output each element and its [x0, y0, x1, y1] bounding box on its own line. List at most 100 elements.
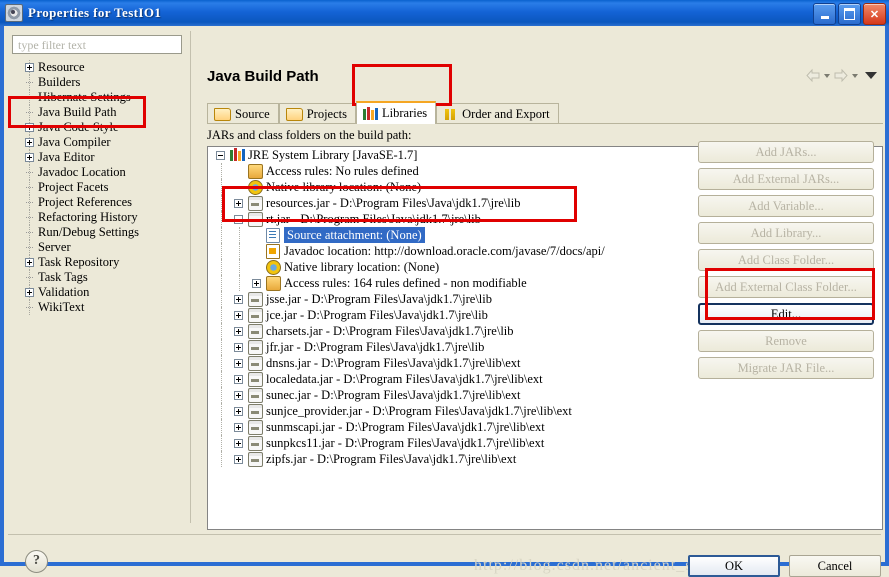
sidebar-item-label: Project References — [38, 195, 133, 209]
expand-plus-icon[interactable] — [25, 63, 34, 72]
tree-row[interactable]: sunmscapi.jar - D:\Program Files\Java\jd… — [208, 419, 882, 435]
tree-row[interactable]: sunpkcs11.jar - D:\Program Files\Java\jd… — [208, 435, 882, 451]
tab-projects[interactable]: Projects — [278, 103, 356, 124]
chevron-down-icon[interactable] — [865, 72, 877, 79]
sidebar-item-java-code-style[interactable]: Java Code Style — [8, 120, 188, 135]
sidebar-item-resource[interactable]: Resource — [8, 60, 188, 75]
add-external-class-folder-button: Add External Class Folder... — [698, 276, 874, 298]
remove-button: Remove — [698, 330, 874, 352]
tab-label: Projects — [306, 106, 347, 121]
expand-plus-icon[interactable] — [234, 359, 243, 368]
sidebar-item-label: Refactoring History — [38, 210, 138, 224]
collapse-minus-icon[interactable] — [216, 151, 225, 160]
expand-plus-icon[interactable] — [234, 423, 243, 432]
expand-plus-icon[interactable] — [252, 279, 261, 288]
tab-source[interactable]: Source — [207, 103, 279, 124]
minimize-button[interactable] — [813, 3, 836, 25]
expand-plus-icon[interactable] — [25, 258, 34, 267]
tree-row[interactable]: zipfs.jar - D:\Program Files\Java\jdk1.7… — [208, 451, 882, 467]
forward-arrow-icon[interactable] — [833, 68, 849, 83]
sidebar-item-label: Task Repository — [38, 255, 120, 269]
tree-guide — [221, 323, 222, 339]
tree-row-label: rt.jar - D:\Program Files\Java\jdk1.7\jr… — [266, 212, 481, 226]
tab-libraries[interactable]: Libraries — [356, 101, 437, 124]
tree-row[interactable]: sunjce_provider.jar - D:\Program Files\J… — [208, 403, 882, 419]
sidebar-item-builders[interactable]: Builders — [8, 75, 188, 90]
settings-tree[interactable]: Resource Builders Hibernate Settings Java B… — [8, 60, 188, 508]
ok-button[interactable]: OK — [688, 555, 780, 577]
sidebar-item-wikitext[interactable]: WikiText — [8, 300, 188, 315]
expand-plus-icon[interactable] — [234, 327, 243, 336]
expand-plus-icon[interactable] — [25, 153, 34, 162]
back-dropdown-icon[interactable] — [824, 73, 830, 78]
tab-bar[interactable]: Source Projects Libraries Order and Export — [207, 101, 807, 124]
tree-leaf-dash-icon — [26, 202, 33, 204]
edit-button[interactable]: Edit... — [698, 303, 874, 325]
sidebar-item-task-repository[interactable]: Task Repository — [8, 255, 188, 270]
close-button[interactable]: ✕ — [863, 3, 886, 25]
jar-icon — [248, 372, 263, 387]
help-button[interactable]: ? — [25, 550, 48, 573]
sidebar-item-project-facets[interactable]: Project Facets — [8, 180, 188, 195]
tree-leaf-dash-icon — [26, 97, 33, 99]
filter-input[interactable]: type filter text — [12, 35, 182, 54]
sidebar-item-java-build-path[interactable]: Java Build Path — [8, 105, 188, 120]
jar-icon — [248, 196, 263, 211]
maximize-button[interactable] — [838, 3, 861, 25]
projects-folder-icon — [285, 108, 303, 121]
minimize-icon — [820, 15, 829, 19]
cancel-button[interactable]: Cancel — [789, 555, 881, 577]
back-arrow-icon[interactable] — [805, 68, 821, 83]
sidebar-item-label: Validation — [38, 285, 90, 299]
sidebar-item-java-compiler[interactable]: Java Compiler — [8, 135, 188, 150]
native-library-icon — [266, 260, 281, 275]
tab-order-and-export[interactable]: Order and Export — [436, 103, 559, 124]
tree-row[interactable]: sunec.jar - D:\Program Files\Java\jdk1.7… — [208, 387, 882, 403]
collapse-minus-icon[interactable] — [234, 215, 243, 224]
sidebar-item-javadoc-location[interactable]: Javadoc Location — [8, 165, 188, 180]
expand-plus-icon[interactable] — [25, 123, 34, 132]
sidebar-item-task-tags[interactable]: Task Tags — [8, 270, 188, 285]
tree-leaf-dash-icon — [26, 247, 33, 249]
expand-plus-icon[interactable] — [234, 199, 243, 208]
tree-guide — [221, 371, 222, 387]
forward-dropdown-icon[interactable] — [852, 73, 858, 78]
expand-plus-icon[interactable] — [234, 295, 243, 304]
sidebar-item-java-editor[interactable]: Java Editor — [8, 150, 188, 165]
source-folder-icon — [214, 108, 231, 121]
expand-plus-icon[interactable] — [234, 407, 243, 416]
tree-leaf-dash-icon — [26, 172, 33, 174]
sidebar-item-project-references[interactable]: Project References — [8, 195, 188, 210]
sidebar-item-hibernate-settings[interactable]: Hibernate Settings — [8, 90, 188, 105]
tree-row-label: jce.jar - D:\Program Files\Java\jdk1.7\j… — [266, 308, 488, 322]
sidebar-item-refactoring-history[interactable]: Refactoring History — [8, 210, 188, 225]
expand-plus-icon[interactable] — [234, 439, 243, 448]
tree-guide — [239, 227, 240, 243]
tree-guide — [221, 275, 222, 291]
tab-label: Source — [235, 106, 270, 121]
tree-row-label: sunjce_provider.jar - D:\Program Files\J… — [266, 404, 572, 418]
native-library-icon — [248, 180, 263, 195]
tree-guide — [221, 355, 222, 371]
javadoc-icon — [266, 244, 280, 259]
jar-icon — [248, 388, 263, 403]
expand-plus-icon[interactable] — [234, 375, 243, 384]
expand-plus-icon[interactable] — [234, 343, 243, 352]
button-column[interactable]: Add JARs... Add External JARs... Add Varia… — [698, 141, 874, 384]
sidebar-item-label: Builders — [38, 75, 81, 89]
migrate-jar-file-button: Migrate JAR File... — [698, 357, 874, 379]
tree-leaf-dash-icon — [26, 307, 33, 309]
tree-leaf-dash-icon — [26, 232, 33, 234]
tree-row-label: sunpkcs11.jar - D:\Program Files\Java\jd… — [266, 436, 545, 450]
tree-guide — [239, 275, 240, 291]
sidebar-item-label: Server — [38, 240, 71, 254]
expand-plus-icon[interactable] — [234, 311, 243, 320]
expand-plus-icon[interactable] — [25, 138, 34, 147]
sidebar-item-validation[interactable]: Validation — [8, 285, 188, 300]
expand-plus-icon[interactable] — [234, 455, 243, 464]
tree-leaf-dash-icon — [26, 112, 33, 114]
sidebar-item-server[interactable]: Server — [8, 240, 188, 255]
sidebar-item-run-debug-settings[interactable]: Run/Debug Settings — [8, 225, 188, 240]
expand-plus-icon[interactable] — [25, 288, 34, 297]
expand-plus-icon[interactable] — [234, 391, 243, 400]
